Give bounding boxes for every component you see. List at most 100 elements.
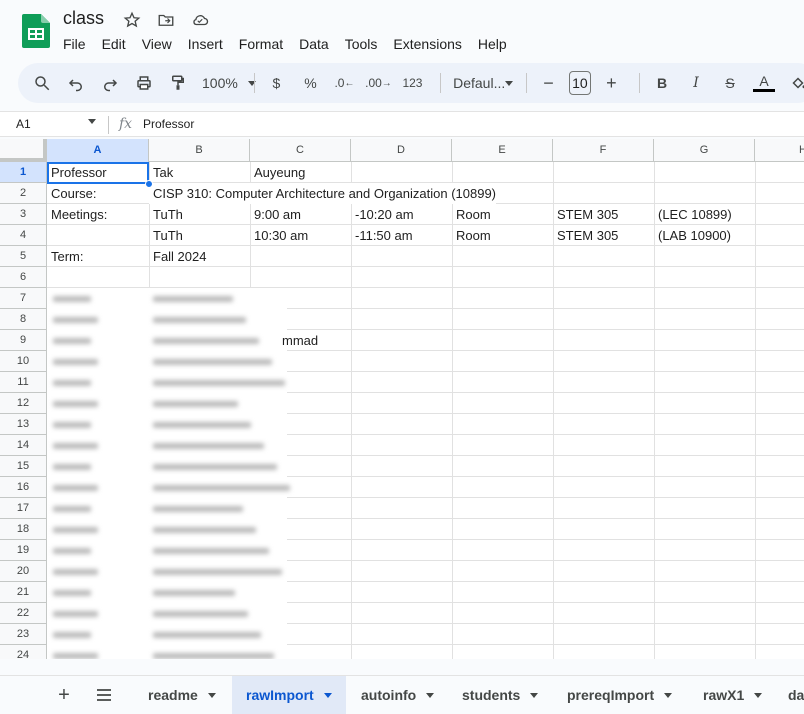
redo-icon[interactable] bbox=[96, 69, 124, 97]
menu-help[interactable]: Help bbox=[470, 33, 515, 55]
font-family-select[interactable]: Defaul... bbox=[449, 69, 514, 97]
chevron-down-icon[interactable] bbox=[754, 692, 763, 698]
text-color-button[interactable]: A bbox=[750, 69, 778, 97]
number-format-button[interactable]: 123 bbox=[398, 69, 426, 97]
row-header-13[interactable]: 13 bbox=[0, 414, 47, 435]
menu-data[interactable]: Data bbox=[291, 33, 337, 55]
select-all-corner[interactable] bbox=[0, 139, 47, 162]
sheet-tab-students[interactable]: students bbox=[448, 676, 552, 714]
column-header-d[interactable]: D bbox=[351, 139, 452, 162]
cell-c9-overflow[interactable]: mmad bbox=[282, 330, 318, 351]
cell-c4[interactable]: 10:30 am bbox=[250, 225, 308, 246]
document-title[interactable]: class bbox=[63, 8, 104, 29]
sheet-tab-prereqimport[interactable]: prereqImport bbox=[553, 676, 686, 714]
column-header-c[interactable]: C bbox=[250, 139, 351, 162]
chevron-down-icon[interactable] bbox=[323, 692, 332, 698]
cell-f3[interactable]: STEM 305 bbox=[553, 204, 618, 225]
row-header-5[interactable]: 5 bbox=[0, 246, 47, 267]
cell-e3[interactable]: Room bbox=[452, 204, 491, 225]
cell-c1[interactable]: Auyeung bbox=[250, 162, 305, 183]
cell-e4[interactable]: Room bbox=[452, 225, 491, 246]
menu-file[interactable]: File bbox=[55, 33, 94, 55]
sheet-tab-rawimport[interactable]: rawImport bbox=[232, 676, 346, 714]
cell-a5[interactable]: Term: bbox=[47, 246, 84, 267]
row-header-18[interactable]: 18 bbox=[0, 519, 47, 540]
cell-a2[interactable]: Course: bbox=[47, 183, 97, 204]
sheet-tab-more[interactable]: da bbox=[774, 676, 804, 714]
row-header-4[interactable]: 4 bbox=[0, 225, 47, 246]
formula-input[interactable]: Professor bbox=[143, 117, 194, 131]
strikethrough-icon[interactable]: S bbox=[716, 69, 744, 97]
cell-b2[interactable]: CISP 310: Computer Architecture and Orga… bbox=[149, 183, 497, 204]
paint-format-icon[interactable] bbox=[164, 69, 192, 97]
cell-g4[interactable]: (LAB 10900) bbox=[654, 225, 731, 246]
cell-f4[interactable]: STEM 305 bbox=[553, 225, 618, 246]
row-header-10[interactable]: 10 bbox=[0, 351, 47, 372]
undo-icon[interactable] bbox=[62, 69, 90, 97]
menu-extensions[interactable]: Extensions bbox=[385, 33, 469, 55]
column-header-f[interactable]: F bbox=[553, 139, 654, 162]
row-header-20[interactable]: 20 bbox=[0, 561, 47, 582]
chevron-down-icon[interactable] bbox=[664, 692, 673, 698]
row-header-24[interactable]: 24 bbox=[0, 645, 47, 659]
cell-g3[interactable]: (LEC 10899) bbox=[654, 204, 732, 225]
all-sheets-menu-icon[interactable] bbox=[90, 681, 118, 709]
name-box[interactable]: A1 bbox=[16, 117, 31, 131]
row-header-7[interactable]: 7 bbox=[0, 288, 47, 309]
column-header-g[interactable]: G bbox=[654, 139, 755, 162]
decrease-decimal-button[interactable]: .0 ← bbox=[330, 69, 358, 97]
cell-b1[interactable]: Tak bbox=[149, 162, 173, 183]
cloud-saved-icon[interactable] bbox=[190, 10, 210, 30]
fill-handle[interactable] bbox=[145, 180, 153, 188]
cell-d3[interactable]: -10:20 am bbox=[351, 204, 414, 225]
row-header-23[interactable]: 23 bbox=[0, 624, 47, 645]
row-header-17[interactable]: 17 bbox=[0, 498, 47, 519]
zoom-select[interactable]: 100% bbox=[198, 69, 256, 97]
percent-format-button[interactable]: % bbox=[296, 69, 324, 97]
row-header-15[interactable]: 15 bbox=[0, 456, 47, 477]
menu-edit[interactable]: Edit bbox=[94, 33, 134, 55]
cell-c3[interactable]: 9:00 am bbox=[250, 204, 301, 225]
move-folder-icon[interactable] bbox=[156, 10, 176, 30]
cell-b3[interactable]: TuTh bbox=[149, 204, 183, 225]
cell-d4[interactable]: -11:50 am bbox=[351, 225, 413, 246]
row-header-19[interactable]: 19 bbox=[0, 540, 47, 561]
column-header-b[interactable]: B bbox=[149, 139, 250, 162]
row-header-9[interactable]: 9 bbox=[0, 330, 47, 351]
column-header-e[interactable]: E bbox=[452, 139, 553, 162]
row-header-21[interactable]: 21 bbox=[0, 582, 47, 603]
menu-view[interactable]: View bbox=[134, 33, 180, 55]
row-header-8[interactable]: 8 bbox=[0, 309, 47, 330]
menu-tools[interactable]: Tools bbox=[337, 33, 386, 55]
font-size-input[interactable]: 10 bbox=[568, 71, 592, 95]
row-header-6[interactable]: 6 bbox=[0, 267, 47, 288]
chevron-down-icon[interactable] bbox=[88, 119, 96, 124]
row-header-3[interactable]: 3 bbox=[0, 204, 47, 225]
row-header-12[interactable]: 12 bbox=[0, 393, 47, 414]
sheet-tab-autoinfo[interactable]: autoinfo bbox=[347, 676, 448, 714]
column-header-a[interactable]: A bbox=[47, 139, 149, 162]
increase-font-size-icon[interactable]: + bbox=[597, 69, 625, 97]
search-menus-icon[interactable] bbox=[28, 69, 56, 97]
row-header-14[interactable]: 14 bbox=[0, 435, 47, 456]
fill-color-icon[interactable] bbox=[784, 69, 804, 97]
cell-b5[interactable]: Fall 2024 bbox=[149, 246, 206, 267]
column-header-h[interactable]: H bbox=[755, 139, 804, 162]
row-header-22[interactable]: 22 bbox=[0, 603, 47, 624]
bold-button[interactable]: B bbox=[648, 69, 676, 97]
sheet-tab-rawx1[interactable]: rawX1 bbox=[689, 676, 776, 714]
currency-format-button[interactable]: $ bbox=[262, 69, 290, 97]
row-header-11[interactable]: 11 bbox=[0, 372, 47, 393]
star-icon[interactable] bbox=[122, 10, 142, 30]
row-header-1[interactable]: 1 bbox=[0, 162, 47, 183]
italic-button[interactable]: I bbox=[682, 69, 710, 97]
add-sheet-icon[interactable]: + bbox=[50, 681, 78, 709]
row-header-16[interactable]: 16 bbox=[0, 477, 47, 498]
print-icon[interactable] bbox=[130, 69, 158, 97]
sheet-tab-readme[interactable]: readme bbox=[134, 676, 230, 714]
cell-a3[interactable]: Meetings: bbox=[47, 204, 107, 225]
decrease-font-size-icon[interactable]: − bbox=[535, 69, 563, 97]
chevron-down-icon[interactable] bbox=[530, 692, 539, 698]
increase-decimal-button[interactable]: .00 → bbox=[364, 69, 392, 97]
sheets-logo-icon[interactable] bbox=[22, 14, 50, 48]
